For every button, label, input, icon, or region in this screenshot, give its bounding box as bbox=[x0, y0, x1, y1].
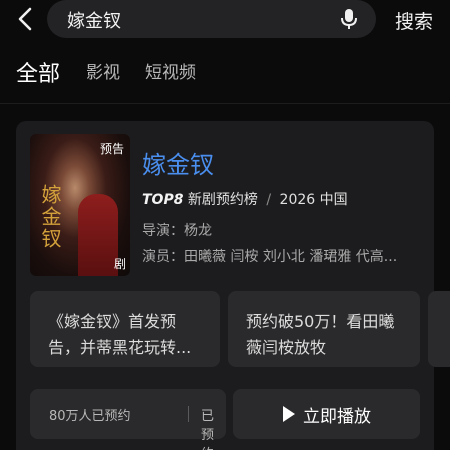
tab-divider bbox=[0, 103, 450, 104]
news-line: 《嫁金钗》首发预 bbox=[48, 312, 177, 331]
reserve-status: 已预约 bbox=[201, 409, 215, 450]
show-meta: TOP8 新剧预约榜 / 2026 中国 bbox=[142, 189, 348, 209]
news-line: 告，并蒂黑花玩转... bbox=[48, 338, 192, 357]
microphone-icon[interactable] bbox=[340, 8, 358, 30]
search-button[interactable]: 搜索 bbox=[395, 7, 433, 34]
news-line: 薇闫桉放牧 bbox=[246, 338, 327, 357]
search-input[interactable]: 嫁金钗 bbox=[47, 0, 376, 38]
news-card-next[interactable] bbox=[428, 291, 450, 367]
top-bar: 嫁金钗 搜索 bbox=[0, 0, 450, 40]
director-line: 导演：杨龙 bbox=[142, 223, 212, 239]
news-card[interactable]: 《嫁金钗》首发预 告，并蒂黑花玩转... bbox=[30, 291, 220, 367]
play-label: 立即播放 bbox=[303, 407, 371, 427]
rank-label: TOP8 bbox=[142, 192, 184, 208]
category-tabs: 全部 影视 短视频 bbox=[0, 58, 450, 98]
reserve-button[interactable]: 80万人已预约 已预约 bbox=[30, 389, 226, 450]
year-region: 2026 中国 bbox=[279, 192, 348, 208]
search-query[interactable]: 嫁金钗 bbox=[67, 7, 121, 33]
tab-short-video[interactable]: 短视频 bbox=[145, 58, 196, 83]
news-card[interactable]: 预约破50万！看田曦 薇闫桉放牧 bbox=[228, 291, 420, 367]
poster-image[interactable]: 嫁金钗 预告 剧 bbox=[30, 134, 130, 276]
back-arrow-icon[interactable] bbox=[14, 6, 38, 32]
reserve-divider bbox=[188, 406, 189, 422]
tab-all[interactable]: 全部 bbox=[16, 56, 60, 88]
cast-line: 演员：田曦薇 闫桉 刘小北 潘珺雅 代高... bbox=[142, 249, 398, 265]
tab-movies-tv[interactable]: 影视 bbox=[86, 58, 120, 83]
rank-description: 新剧预约榜 bbox=[187, 192, 258, 208]
play-now-button[interactable]: 立即播放 bbox=[233, 389, 420, 439]
show-title[interactable]: 嫁金钗 bbox=[142, 145, 214, 180]
trailer-badge: 预告 bbox=[99, 142, 124, 156]
poster-figure bbox=[78, 194, 118, 276]
series-badge: 剧 bbox=[113, 257, 126, 271]
reserve-count: 80万人已预约 bbox=[49, 409, 131, 424]
news-line: 预约破50万！看田曦 bbox=[246, 312, 395, 331]
poster-calligraphy: 嫁金钗 bbox=[38, 184, 62, 250]
meta-separator: / bbox=[266, 192, 272, 208]
play-icon bbox=[283, 406, 295, 422]
